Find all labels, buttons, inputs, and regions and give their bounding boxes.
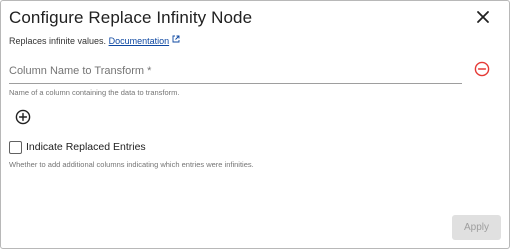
dialog-title: Configure Replace Infinity Node <box>9 8 253 27</box>
column-name-field[interactable] <box>9 59 462 84</box>
subtitle-text: Replaces infinite values. <box>9 36 107 46</box>
add-column-button[interactable] <box>15 109 31 125</box>
indicate-replaced-helper-text: Whether to add additional columns indica… <box>9 160 254 169</box>
column-name-helper-text: Name of a column containing the data to … <box>9 88 180 97</box>
remove-circle-icon <box>474 61 490 77</box>
close-button[interactable] <box>473 7 493 27</box>
apply-button[interactable]: Apply <box>452 215 501 240</box>
remove-column-button[interactable] <box>474 61 490 77</box>
column-name-input[interactable] <box>9 59 462 83</box>
configure-dialog: Configure Replace Infinity Node Replaces… <box>0 0 510 249</box>
documentation-link[interactable]: Documentation <box>109 36 170 46</box>
add-circle-icon <box>15 109 31 125</box>
indicate-replaced-checkbox[interactable] <box>9 141 22 154</box>
dialog-subtitle: Replaces infinite values. Documentation <box>9 35 180 46</box>
indicate-replaced-label[interactable]: Indicate Replaced Entries <box>26 141 146 153</box>
close-icon <box>477 11 489 23</box>
external-link-icon <box>172 35 180 45</box>
